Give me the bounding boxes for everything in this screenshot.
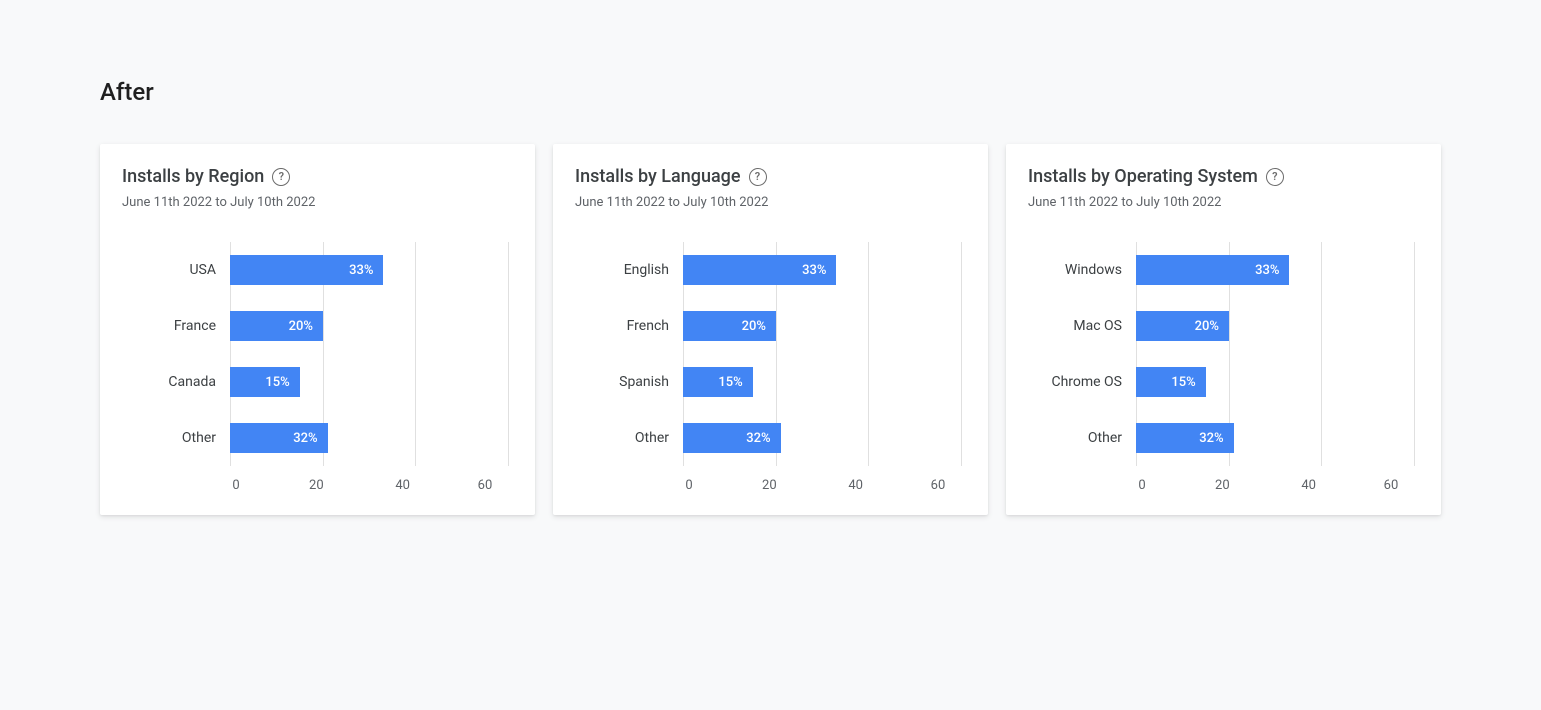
x-tick: 60 (475, 478, 495, 493)
bar-value-label: 20% (742, 319, 766, 334)
x-tick: 60 (928, 478, 948, 493)
bars-container: 33% 20% 15% 32% (683, 242, 962, 466)
bar-value-label: 33% (349, 263, 373, 278)
category-label: Other (575, 410, 683, 466)
x-tick: 0 (1132, 478, 1152, 493)
chart-card: Installs by Operating System? June 11th 2… (1006, 144, 1441, 515)
bar: 20% (1136, 311, 1229, 341)
bar-row: 33% (1136, 242, 1415, 298)
bar-row: 33% (683, 242, 962, 298)
bars-container: 33% 20% 15% 32% (230, 242, 509, 466)
plot-area: 33%20%15%32%0204060 (230, 242, 509, 493)
x-tick: 40 (846, 478, 866, 493)
bar: 15% (1136, 367, 1206, 397)
bar-row: 32% (683, 410, 962, 466)
x-axis: 0204060 (1136, 478, 1415, 493)
bar-row: 15% (230, 354, 509, 410)
x-tick: 20 (759, 478, 779, 493)
bar: 32% (1136, 423, 1234, 453)
bar: 33% (683, 255, 836, 285)
x-tick: 40 (1299, 478, 1319, 493)
category-label: Spanish (575, 354, 683, 410)
y-axis-labels: USAFranceCanadaOther (122, 242, 230, 493)
category-label: French (575, 298, 683, 354)
card-header: Installs by Language? (575, 166, 962, 187)
x-tick: 60 (1381, 478, 1401, 493)
card-subtitle: June 11th 2022 to July 10th 2022 (122, 195, 509, 210)
x-tick: 0 (226, 478, 246, 493)
y-axis-labels: WindowsMac OSChrome OSOther (1028, 242, 1136, 493)
card-title: Installs by Operating System (1028, 166, 1258, 187)
x-tick: 20 (1212, 478, 1232, 493)
category-label: Other (1028, 410, 1136, 466)
bar-value-label: 15% (265, 375, 289, 390)
category-label: Other (122, 410, 230, 466)
help-icon[interactable]: ? (1266, 168, 1284, 186)
category-label: Windows (1028, 242, 1136, 298)
card-title: Installs by Region (122, 166, 264, 187)
bar: 33% (1136, 255, 1289, 285)
bar: 33% (230, 255, 383, 285)
category-label: Chrome OS (1028, 354, 1136, 410)
bar-row: 20% (683, 298, 962, 354)
bars-container: 33% 20% 15% 32% (1136, 242, 1415, 466)
help-icon[interactable]: ? (749, 168, 767, 186)
chart-card: Installs by Region? June 11th 2022 to Jul… (100, 144, 535, 515)
category-label: France (122, 298, 230, 354)
x-tick: 0 (679, 478, 699, 493)
bar-value-label: 20% (289, 319, 313, 334)
category-label: Mac OS (1028, 298, 1136, 354)
chart-card: Installs by Language? June 11th 2022 to J… (553, 144, 988, 515)
plot-area: 33%20%15%32%0204060 (683, 242, 962, 493)
bar: 20% (230, 311, 323, 341)
bar-row: 15% (683, 354, 962, 410)
card-subtitle: June 11th 2022 to July 10th 2022 (1028, 195, 1415, 210)
x-tick: 40 (393, 478, 413, 493)
bar-row: 33% (230, 242, 509, 298)
x-axis: 0204060 (683, 478, 962, 493)
card-title: Installs by Language (575, 166, 741, 187)
bar-value-label: 33% (1255, 263, 1279, 278)
bar: 15% (230, 367, 300, 397)
bar-value-label: 20% (1195, 319, 1219, 334)
bar-value-label: 32% (293, 431, 317, 446)
bar-chart: EnglishFrenchSpanishOther 33% 20% 15% 32% 0 20… (575, 242, 962, 493)
help-icon[interactable]: ? (272, 168, 290, 186)
y-axis-labels: EnglishFrenchSpanishOther (575, 242, 683, 493)
plot-area: 33%20%15%32%0204060 (1136, 242, 1415, 493)
bar-row: 20% (230, 298, 509, 354)
x-tick: 20 (306, 478, 326, 493)
bar-value-label: 32% (746, 431, 770, 446)
category-label: English (575, 242, 683, 298)
card-header: Installs by Operating System? (1028, 166, 1415, 187)
bar: 32% (230, 423, 328, 453)
bar-row: 15% (1136, 354, 1415, 410)
bar-value-label: 33% (802, 263, 826, 278)
card-header: Installs by Region? (122, 166, 509, 187)
bar-row: 32% (1136, 410, 1415, 466)
bar-value-label: 15% (718, 375, 742, 390)
category-label: USA (122, 242, 230, 298)
bar-value-label: 15% (1171, 375, 1195, 390)
page-title: After (100, 78, 1441, 106)
bar-chart: USAFranceCanadaOther 33% 20% 15% 32% 0 20 40 60 (122, 242, 509, 493)
category-label: Canada (122, 354, 230, 410)
bar-value-label: 32% (1199, 431, 1223, 446)
bar: 20% (683, 311, 776, 341)
bar-row: 20% (1136, 298, 1415, 354)
bar: 32% (683, 423, 781, 453)
cards-row: Installs by Region? June 11th 2022 to Jul… (100, 144, 1441, 515)
bar-row: 32% (230, 410, 509, 466)
card-subtitle: June 11th 2022 to July 10th 2022 (575, 195, 962, 210)
x-axis: 0204060 (230, 478, 509, 493)
bar-chart: WindowsMac OSChrome OSOther 33% 20% 15% 32% 0… (1028, 242, 1415, 493)
bar: 15% (683, 367, 753, 397)
